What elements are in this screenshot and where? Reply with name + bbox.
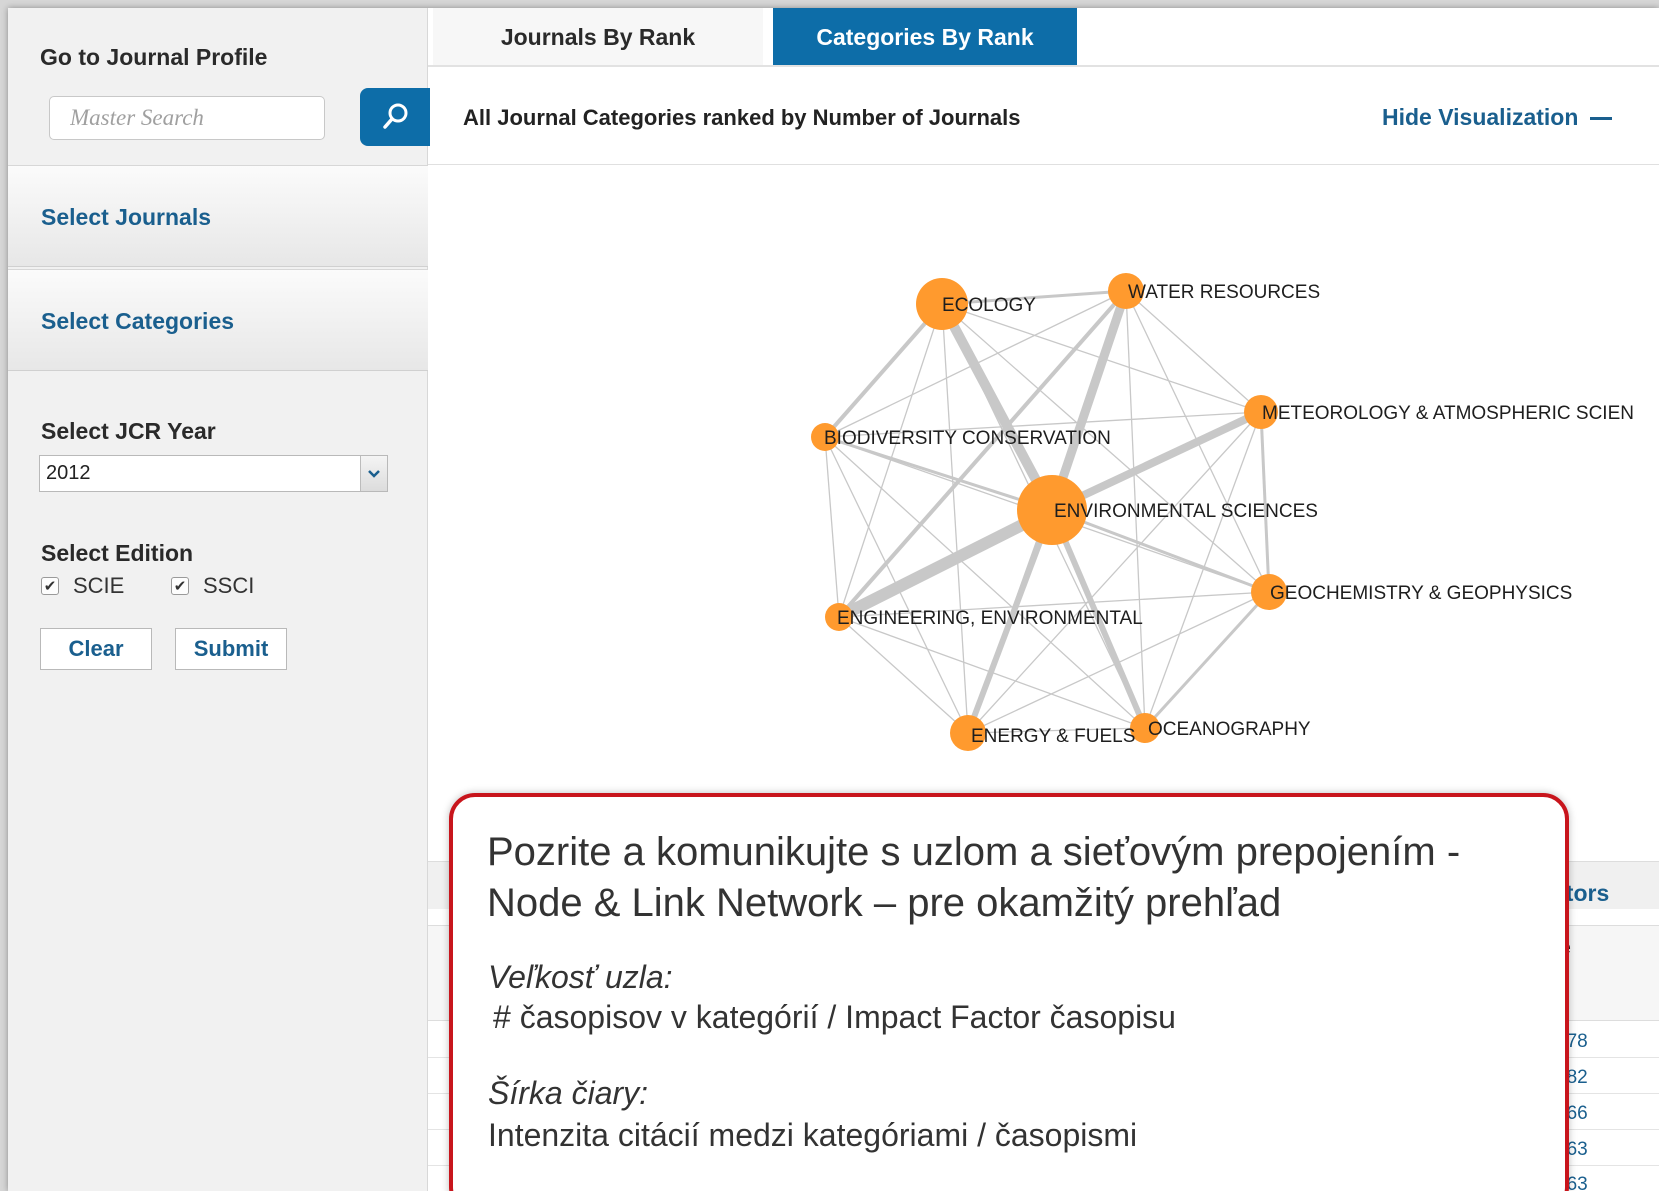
network-node-label: GEOCHEMISTRY & GEOPHYSICS bbox=[1270, 583, 1572, 604]
network-link[interactable] bbox=[1143, 590, 1271, 730]
network-node-label: ECOLOGY bbox=[942, 295, 1036, 316]
network-node-label: ENVIRONMENTAL SCIENCES bbox=[1054, 501, 1318, 522]
line-width-title: Šírka čiary: bbox=[488, 1075, 649, 1111]
app-window: Go to Journal Profile Select Journals Se… bbox=[8, 8, 1659, 1191]
callout-heading: Pozrite a komunikujte s uzlom a sieťovým… bbox=[487, 830, 1461, 925]
network-link[interactable] bbox=[941, 303, 969, 734]
network-node-label: WATER RESOURCES bbox=[1128, 282, 1320, 303]
node-size-text: # časopisov v kategórií / Impact Factor … bbox=[493, 999, 1176, 1035]
network-node-label: BIODIVERSITY CONSERVATION bbox=[824, 428, 1111, 449]
network-node-label: ENERGY & FUELS bbox=[971, 726, 1135, 747]
network-node-label: OCEANOGRAPHY bbox=[1148, 719, 1311, 740]
line-width-text: Intenzita citácií medzi kategóriami / ča… bbox=[488, 1117, 1138, 1153]
network-node-label: ENGINEERING, ENVIRONMENTAL bbox=[837, 608, 1143, 629]
network-link[interactable] bbox=[824, 436, 840, 618]
node-size-title: Veľkosť uzla: bbox=[488, 959, 673, 995]
network-link[interactable] bbox=[838, 616, 969, 734]
info-callout: Pozrite a komunikujte s uzlom a sieťovým… bbox=[449, 793, 1569, 1191]
network-graph[interactable]: ECOLOGY WATER RESOURCES METEOROLOGY & ATMO… bbox=[8, 8, 1659, 788]
network-link[interactable] bbox=[838, 616, 1146, 729]
network-node-label: METEOROLOGY & ATMOSPHERIC SCIEN bbox=[1262, 403, 1634, 424]
network-link[interactable] bbox=[1125, 290, 1262, 413]
network-link[interactable] bbox=[823, 302, 944, 439]
